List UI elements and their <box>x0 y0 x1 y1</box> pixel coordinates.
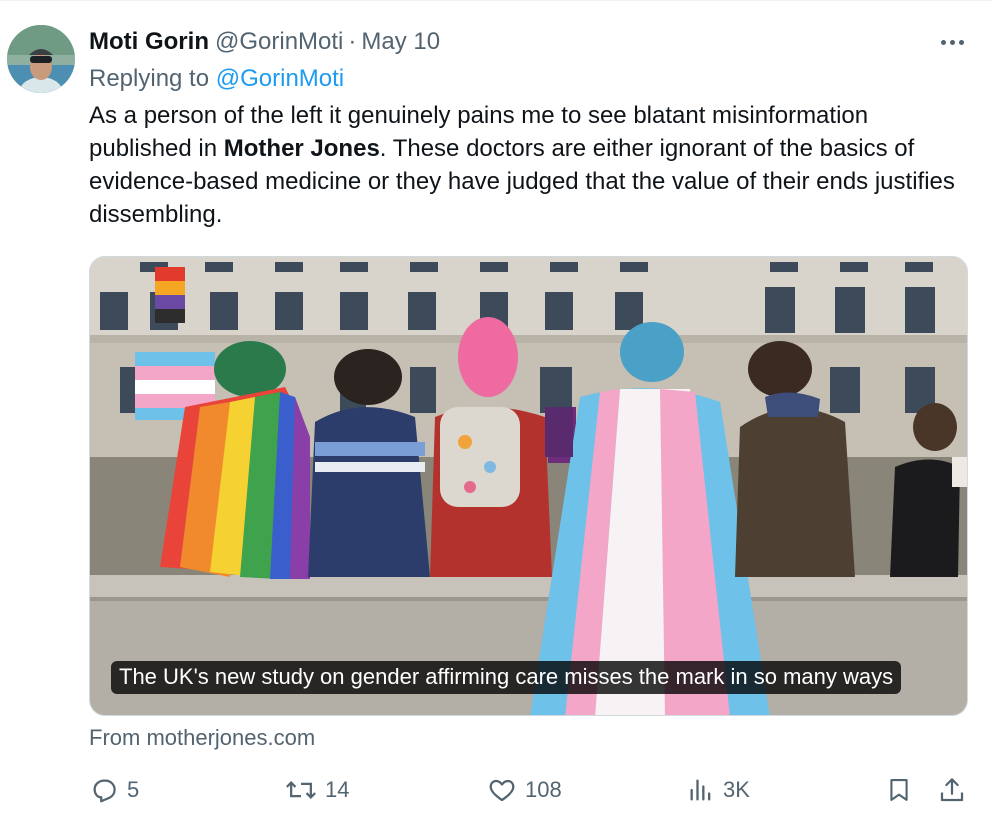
reply-count: 5 <box>127 777 140 802</box>
analytics-bars-icon <box>690 779 711 801</box>
retweet-icon <box>286 781 316 799</box>
more-dot <box>949 39 955 45</box>
link-preview-card[interactable]: The UK's new study on gender affirming c… <box>89 256 968 716</box>
top-divider <box>0 0 992 1</box>
author-name[interactable]: Moti Gorin <box>89 28 209 56</box>
bookmark-button[interactable] <box>885 770 913 810</box>
reply-bubble-icon <box>93 779 116 803</box>
heart-icon <box>489 779 515 802</box>
tweet-header: Moti Gorin @GorinMoti · May 10 <box>89 27 440 57</box>
author-handle[interactable]: @GorinMoti <box>215 28 343 56</box>
retweet-count: 14 <box>325 777 350 802</box>
tweet-text-bold: Mother Jones <box>223 135 380 162</box>
more-options-button[interactable] <box>934 29 970 55</box>
like-count: 108 <box>525 777 562 802</box>
article-photo <box>90 257 967 715</box>
share-upload-icon <box>940 778 964 802</box>
replying-to-mention[interactable]: @GorinMoti <box>216 65 344 92</box>
views-count: 3K <box>723 777 750 802</box>
more-dot <box>958 39 964 45</box>
replying-to: Replying to @GorinMoti <box>89 65 344 93</box>
tweet-actions: 5 14 108 3K <box>89 770 969 810</box>
share-button[interactable] <box>937 770 967 810</box>
link-source[interactable]: From motherjones.com <box>89 725 315 751</box>
article-title-caption: The UK's new study on gender affirming c… <box>111 661 902 694</box>
author-avatar[interactable] <box>7 25 75 93</box>
separator-dot: · <box>348 28 357 55</box>
replying-prefix: Replying to <box>89 65 210 92</box>
retweet-button[interactable]: 14 <box>285 770 349 810</box>
reply-button[interactable]: 5 <box>89 770 139 810</box>
avatar-photo <box>7 25 75 93</box>
tweet-text: As a person of the left it genuinely pai… <box>89 99 969 231</box>
tweet-date[interactable]: May 10 <box>361 28 440 56</box>
like-button[interactable]: 108 <box>487 770 562 810</box>
more-horizontal-icon <box>940 39 946 45</box>
views-button[interactable]: 3K <box>687 770 750 810</box>
bookmark-icon <box>890 779 908 801</box>
